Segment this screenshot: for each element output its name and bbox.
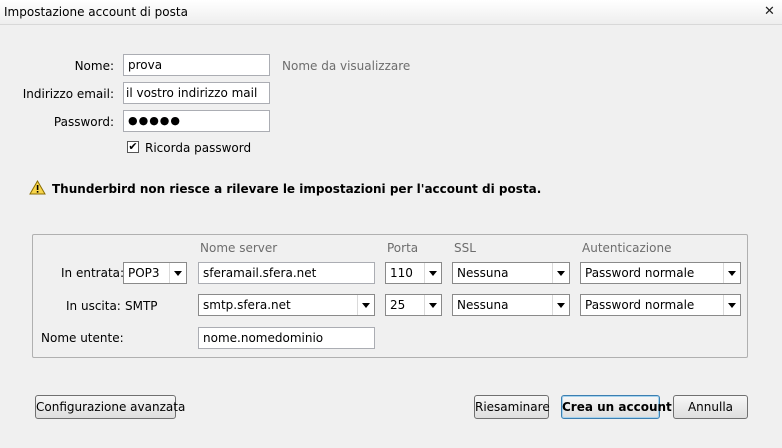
outgoing-ssl-select[interactable]: Nessuna xyxy=(452,294,570,316)
outgoing-ssl-value: Nessuna xyxy=(457,298,509,312)
incoming-protocol-select[interactable]: POP3 xyxy=(123,262,187,284)
remember-password-label[interactable]: Ricorda password xyxy=(145,141,251,155)
incoming-ssl-value: Nessuna xyxy=(457,266,509,280)
chevron-down-icon xyxy=(723,295,740,315)
email-label: Indirizzo email: xyxy=(22,87,114,101)
incoming-ssl-select[interactable]: Nessuna xyxy=(452,262,570,284)
outgoing-label: In uscita: xyxy=(66,299,121,313)
warning-text: Thunderbird non riesce a rilevare le imp… xyxy=(52,182,542,196)
incoming-port-select[interactable]: 110 xyxy=(385,262,442,284)
incoming-label: In entrata: xyxy=(61,266,125,280)
incoming-auth-select[interactable]: Password normale xyxy=(580,262,741,284)
window-title: Impostazione account di posta xyxy=(4,5,188,19)
email-input[interactable]: il vostro indirizzo mail xyxy=(123,82,270,104)
chevron-down-icon xyxy=(552,295,569,315)
outgoing-server-value: smtp.sfera.net xyxy=(203,298,291,312)
incoming-auth-value: Password normale xyxy=(585,266,695,280)
outgoing-port-value: 25 xyxy=(390,298,406,312)
incoming-port-value: 110 xyxy=(390,266,413,280)
username-input[interactable]: nome.nomedominio xyxy=(198,327,375,349)
incoming-protocol-value: POP3 xyxy=(128,266,160,280)
name-hint: Nome da visualizzare xyxy=(282,59,411,73)
chevron-down-icon xyxy=(169,263,186,283)
create-account-button[interactable]: Crea un account xyxy=(561,395,672,419)
outgoing-protocol: SMTP xyxy=(125,299,158,313)
header-ssl: SSL xyxy=(454,241,476,255)
password-input[interactable]: ●●●●● xyxy=(123,110,270,132)
header-port: Porta xyxy=(387,241,419,255)
incoming-server-input[interactable]: sferamail.sfera.net xyxy=(198,262,375,284)
password-label: Password: xyxy=(53,115,114,129)
chevron-down-icon xyxy=(723,263,740,283)
close-icon[interactable]: ✕ xyxy=(764,4,775,19)
outgoing-port-select[interactable]: 25 xyxy=(385,294,442,316)
username-label: Nome utente: xyxy=(41,331,124,345)
chevron-down-icon xyxy=(424,295,441,315)
chevron-down-icon xyxy=(357,295,374,315)
chevron-down-icon xyxy=(552,263,569,283)
name-input[interactable]: prova xyxy=(123,54,270,76)
header-server: Nome server xyxy=(200,241,278,255)
outgoing-server-select[interactable]: smtp.sfera.net xyxy=(198,294,375,316)
chevron-down-icon xyxy=(424,263,441,283)
name-label: Nome: xyxy=(74,59,114,73)
retest-button[interactable]: Riesaminare xyxy=(474,395,550,419)
header-auth: Autenticazione xyxy=(582,241,672,255)
warning-triangle-icon xyxy=(29,180,46,195)
cancel-button[interactable]: Annulla xyxy=(673,395,748,419)
remember-password-checkbox[interactable]: ✔ xyxy=(127,141,139,153)
outgoing-auth-value: Password normale xyxy=(585,298,695,312)
outgoing-auth-select[interactable]: Password normale xyxy=(580,294,741,316)
advanced-config-button[interactable]: Configurazione avanzata xyxy=(35,395,185,419)
